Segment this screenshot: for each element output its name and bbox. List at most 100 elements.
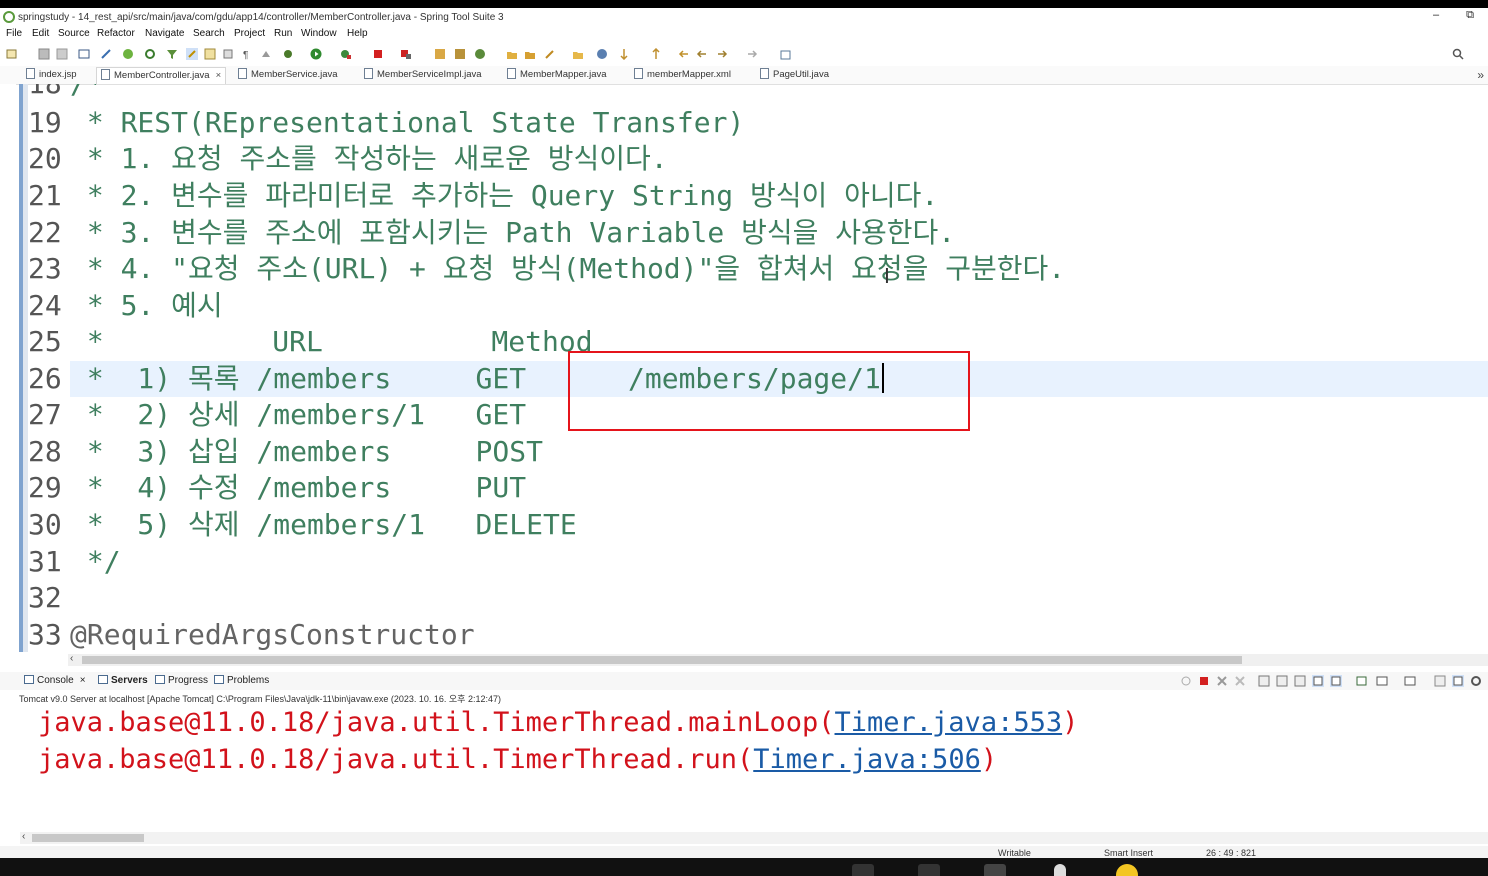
console-horizontal-scrollbar[interactable]: ‹ [20, 831, 1488, 844]
tab-problems-label: Problems [227, 675, 270, 686]
tab-memberservice-java[interactable]: MemberService.java [238, 67, 338, 83]
forward-icon[interactable] [716, 48, 728, 60]
back-icon[interactable] [696, 48, 708, 60]
taskbar-app-icon[interactable] [918, 864, 940, 876]
remove-icon[interactable] [1216, 675, 1228, 687]
tab-membermapper-xml[interactable]: memberMapper.xml [634, 67, 731, 83]
open-console-dropdown-icon[interactable] [1404, 675, 1416, 687]
minimize-view-icon[interactable] [1434, 675, 1446, 687]
stacktrace-link[interactable]: Timer.java:553 [835, 707, 1063, 738]
run-icon[interactable] [310, 48, 322, 60]
tab-servers[interactable]: Servers [98, 675, 148, 686]
scroll-left-icon[interactable]: ‹ [70, 653, 73, 664]
filter-icon[interactable] [166, 48, 178, 60]
show-whitespace-icon[interactable]: ¶ [240, 48, 252, 60]
status-bar: Writable Smart Insert 26 : 49 : 821 [0, 846, 1488, 858]
refresh-icon[interactable] [144, 48, 156, 60]
scrollbar-thumb[interactable] [32, 834, 144, 842]
tab-console[interactable]: Console × [24, 675, 86, 686]
maximize-view-icon[interactable] [1452, 675, 1464, 687]
scroll-lock-icon[interactable] [1276, 675, 1288, 687]
new-icon[interactable] [6, 48, 18, 60]
menu-edit[interactable]: Edit [32, 28, 49, 39]
external-tools-icon[interactable] [340, 48, 352, 60]
mark-occurrences-icon[interactable] [186, 48, 198, 60]
taskbar-chat-icon[interactable] [984, 864, 1006, 876]
more-tabs-icon[interactable]: » [1477, 68, 1484, 82]
line-text: * 3) 삽입 /members POST [70, 435, 543, 468]
menu-project[interactable]: Project [234, 28, 265, 39]
close-console-icon[interactable]: × [80, 675, 86, 686]
tab-memberserviceimpl-java[interactable]: MemberServiceImpl.java [364, 67, 482, 83]
menu-window[interactable]: Window [301, 28, 337, 39]
prev-edit-icon[interactable] [650, 48, 662, 60]
tab-progress[interactable]: Progress [155, 675, 208, 686]
stop-icon[interactable] [372, 48, 384, 60]
settings-gear-icon[interactable] [1470, 675, 1482, 687]
terminate-icon[interactable] [400, 48, 412, 60]
open-console-icon[interactable] [78, 48, 90, 60]
tab-index-jsp[interactable]: index.jsp [26, 67, 77, 83]
pin-editor-icon[interactable] [780, 48, 792, 60]
spring-boot-icon[interactable] [122, 48, 134, 60]
new-interface-icon[interactable] [474, 48, 486, 60]
debug-icon[interactable] [282, 48, 294, 60]
stacktrace-link[interactable]: Timer.java:506 [753, 744, 981, 775]
next-annotation-icon[interactable] [260, 48, 272, 60]
restore-button[interactable]: ⧉ [1460, 9, 1480, 22]
search-icon[interactable] [1452, 48, 1464, 60]
block-selection-icon[interactable] [204, 48, 216, 60]
show-on-error-icon[interactable] [1330, 675, 1342, 687]
tab-membermapper-java[interactable]: MemberMapper.java [507, 67, 607, 83]
tab-pageutil-java[interactable]: PageUtil.java [760, 67, 829, 83]
menu-help[interactable]: Help [347, 28, 368, 39]
clear-console-icon[interactable] [1258, 675, 1270, 687]
menu-source[interactable]: Source [58, 28, 90, 39]
save-all-icon[interactable] [56, 48, 68, 60]
open-task-icon[interactable] [524, 48, 536, 60]
save-icon[interactable] [38, 48, 50, 60]
sts-logo-icon [3, 11, 15, 23]
last-edit-location-icon[interactable] [678, 48, 690, 60]
new-package-icon[interactable] [434, 48, 446, 60]
word-wrap-icon[interactable] [1294, 675, 1306, 687]
line-text: */ [70, 545, 121, 578]
scrollbar-thumb[interactable] [82, 656, 1242, 664]
globe-icon[interactable] [596, 48, 608, 60]
menu-navigate[interactable]: Navigate [145, 28, 184, 39]
line-text: @RequiredArgsConstructor [70, 618, 475, 651]
new-class-icon[interactable] [454, 48, 466, 60]
line-number: 19 [28, 106, 62, 139]
toggle-icon[interactable] [222, 48, 234, 60]
taskbar-emoji-icon[interactable] [1116, 864, 1138, 876]
open-type-icon[interactable] [506, 48, 518, 60]
remove-all-icon[interactable] [1234, 675, 1246, 687]
skip-breakpoints-icon[interactable] [100, 48, 112, 60]
minimize-button[interactable]: – [1426, 9, 1446, 21]
menu-run[interactable]: Run [274, 28, 292, 39]
scroll-left-icon[interactable]: ‹ [22, 831, 25, 842]
terminate-console-icon[interactable] [1198, 675, 1210, 687]
next-edit-icon[interactable] [618, 48, 630, 60]
forward-history-icon[interactable] [746, 48, 758, 60]
tab-membercontroller-java[interactable]: MemberController.java × [96, 67, 227, 84]
status-insert-mode: Smart Insert [1104, 848, 1154, 858]
taskbar-user-icon[interactable] [1054, 864, 1066, 876]
line-number: 26 [28, 362, 62, 395]
search-tool-icon[interactable] [544, 48, 556, 60]
menu-file[interactable]: File [6, 28, 22, 39]
annotation-icon[interactable] [572, 48, 584, 60]
tab-console-label: Console [37, 675, 74, 686]
pin-console-icon[interactable] [1356, 675, 1368, 687]
console-process-info: Tomcat v9.0 Server at localhost [Apache … [19, 694, 501, 704]
close-tab-icon[interactable]: × [216, 70, 222, 81]
tab-problems[interactable]: Problems [214, 675, 269, 686]
menu-search[interactable]: Search [193, 28, 225, 39]
editor-horizontal-scrollbar[interactable]: ‹ [68, 653, 1488, 666]
menu-refactor[interactable]: Refactor [97, 28, 135, 39]
taskbar-app-icon[interactable] [852, 864, 874, 876]
display-console-icon[interactable] [1376, 675, 1388, 687]
remove-launch-icon[interactable] [1180, 675, 1192, 687]
show-on-output-icon[interactable] [1312, 675, 1324, 687]
line-text: * URL Method [70, 325, 593, 358]
